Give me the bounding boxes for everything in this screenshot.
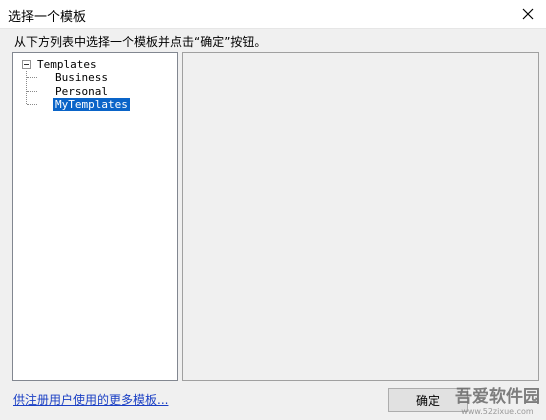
tree-connector [26, 71, 27, 104]
tree-item-label: MyTemplates [53, 98, 130, 111]
template-tree[interactable]: Templates Business Personal MyTemplates [12, 52, 178, 381]
tree-item-label: Business [55, 71, 108, 84]
tree-connector [27, 77, 37, 78]
watermark: 吾爱软件园 www.52zixue.com [455, 382, 540, 416]
tree-item-mytemplates[interactable]: MyTemplates [53, 98, 130, 111]
collapse-icon[interactable] [22, 60, 31, 69]
tree-item-business[interactable]: Business [55, 71, 108, 84]
ok-button-label: 确定 [415, 393, 440, 408]
more-templates-link[interactable]: 供注册用户使用的更多模板... [13, 391, 168, 408]
tree-item-templates[interactable]: Templates [37, 58, 97, 71]
window-title: 选择一个模板 [8, 10, 87, 25]
tree-item-label: Templates [37, 58, 97, 71]
title-bar: 选择一个模板 [0, 0, 546, 29]
watermark-text: 吾爱软件园 [455, 387, 540, 407]
tree-connector [27, 104, 37, 105]
tree-item-label: Personal [55, 85, 108, 98]
template-preview-pane [182, 52, 539, 381]
close-icon [522, 8, 534, 20]
instruction-text: 从下方列表中选择一个模板并点击“确定”按钮。 [14, 35, 267, 49]
tree-item-personal[interactable]: Personal [55, 85, 108, 98]
tree-connector [27, 91, 37, 92]
watermark-url: www.52zixue.com [461, 407, 534, 416]
close-button[interactable] [510, 0, 546, 28]
